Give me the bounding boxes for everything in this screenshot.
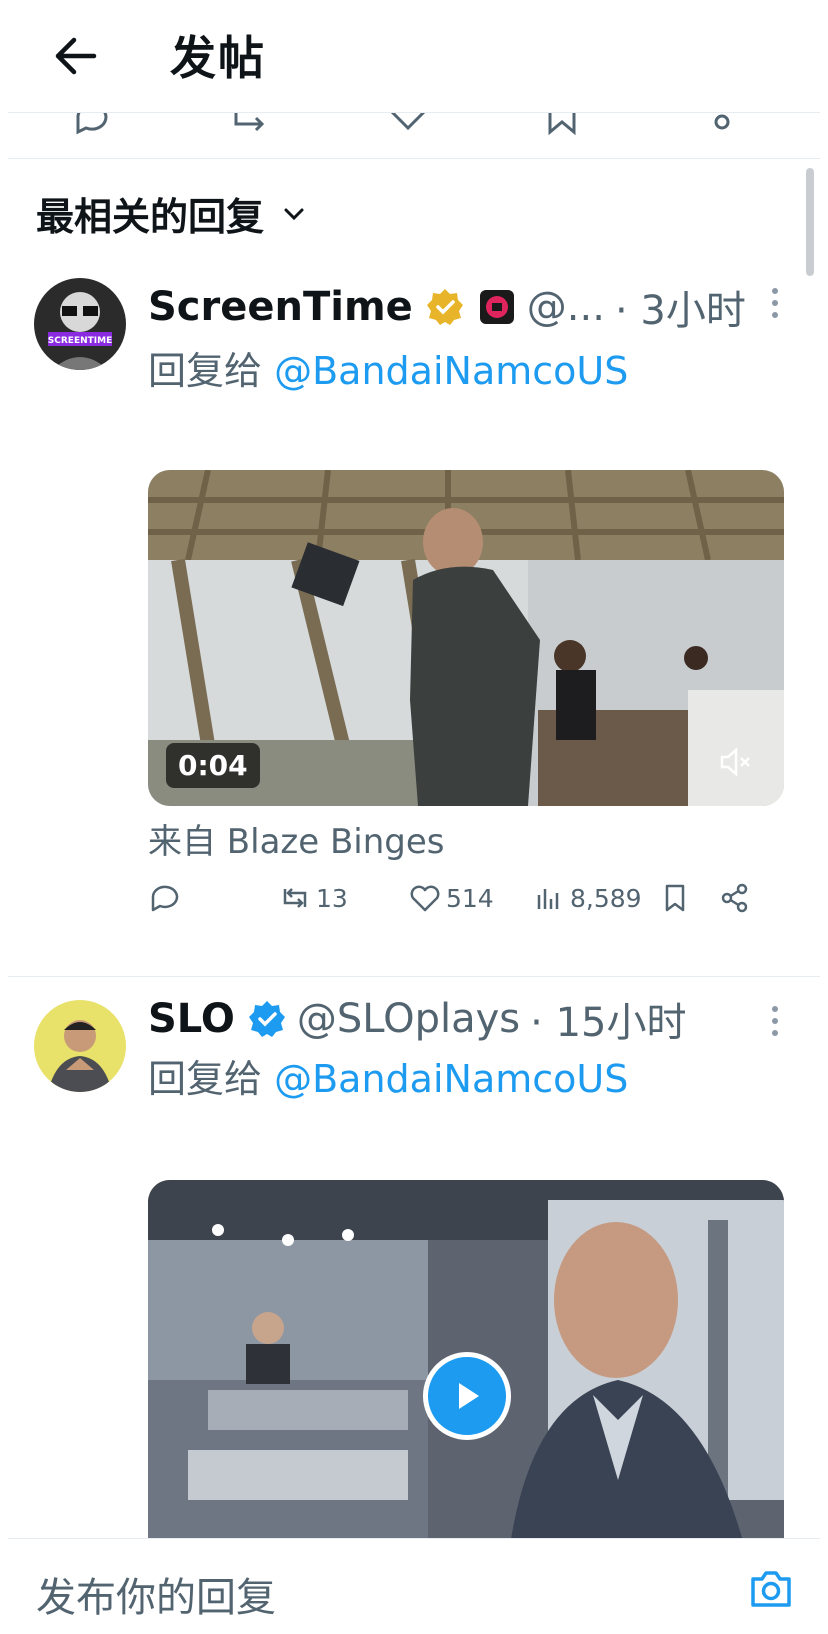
display-name[interactable]: SLO	[148, 996, 235, 1042]
reply-prefix: 回复给	[148, 349, 263, 393]
reply-to-line: 回复给 @BandaiNamcoUS	[148, 1048, 628, 1103]
display-name[interactable]: ScreenTime	[148, 284, 413, 330]
mention-link[interactable]: @BandaiNamcoUS	[274, 1057, 628, 1101]
bookmark-button[interactable]	[658, 876, 692, 920]
post-divider	[8, 976, 820, 977]
more-options-icon[interactable]	[770, 286, 780, 320]
top-bar: 发帖	[8, 0, 820, 113]
app-frame: 发帖 最相关的回复 SCREENTIME ScreenTime @... · 3…	[8, 0, 820, 1634]
heart-icon	[410, 885, 440, 912]
play-button[interactable]	[423, 1352, 511, 1440]
verified-blue-badge-icon	[248, 1001, 285, 1037]
video-duration: 0:04	[166, 743, 260, 788]
avatar[interactable]: SCREENTIME	[34, 278, 126, 370]
reply-icon	[151, 885, 179, 912]
camera-icon[interactable]	[748, 1567, 794, 1609]
share-button[interactable]	[718, 876, 752, 920]
reply-composer[interactable]: 发布你的回复	[8, 1538, 820, 1634]
share-icon	[721, 883, 748, 913]
more-options-icon[interactable]	[770, 1004, 780, 1038]
handle: @...	[526, 284, 605, 330]
timestamp: · 15小时	[530, 1000, 687, 1046]
avatar[interactable]	[34, 1000, 126, 1092]
affiliate-badge-icon	[479, 290, 514, 324]
reply-to-line: 回复给 @BandaiNamcoUS	[148, 340, 628, 395]
like-count: 514	[446, 883, 494, 913]
handle: @SLOplays	[296, 996, 521, 1042]
share-icon[interactable]	[708, 112, 738, 138]
retweet-icon	[283, 888, 307, 908]
source-label[interactable]: 来自 Blaze Binges	[148, 814, 445, 863]
retweet-count: 13	[316, 883, 348, 913]
mention-link[interactable]: @BandaiNamcoUS	[274, 349, 628, 393]
sort-label: 最相关的回复	[36, 195, 265, 239]
back-arrow-icon[interactable]	[48, 28, 104, 84]
analytics-icon	[537, 889, 559, 909]
views-button[interactable]: 8,589	[532, 876, 642, 920]
engagement-bar: 13 514 8,589	[148, 876, 788, 920]
bookmark-icon	[665, 884, 685, 912]
timestamp: · 3小时	[614, 288, 746, 334]
video-player[interactable]	[148, 1180, 784, 1560]
post-header: ScreenTime @... · 3小时	[148, 278, 746, 336]
main-post-actions	[8, 112, 820, 159]
reply-prefix: 回复给	[148, 1057, 263, 1101]
reply-icon[interactable]	[72, 112, 112, 138]
like-button[interactable]: 514	[408, 876, 494, 920]
sort-dropdown[interactable]: 最相关的回复	[36, 186, 308, 241]
view-count: 8,589	[570, 883, 642, 913]
like-icon[interactable]	[386, 112, 430, 138]
verified-gold-badge-icon	[426, 289, 463, 325]
reply-button[interactable]	[148, 876, 182, 920]
retweet-icon[interactable]	[228, 112, 276, 138]
play-icon	[459, 1383, 479, 1409]
scrollbar[interactable]	[806, 168, 814, 276]
bookmark-icon[interactable]	[542, 112, 582, 138]
retweet-button[interactable]: 13	[278, 876, 348, 920]
page-title: 发帖	[170, 31, 266, 85]
chevron-down-icon	[284, 208, 304, 220]
mute-icon[interactable]	[718, 744, 754, 780]
svg-text:SCREENTIME: SCREENTIME	[48, 336, 112, 346]
post-header: SLO @SLOplays · 15小时	[148, 990, 686, 1048]
reply-input[interactable]: 发布你的回复	[36, 1565, 276, 1623]
video-player[interactable]: 0:04	[148, 470, 784, 806]
